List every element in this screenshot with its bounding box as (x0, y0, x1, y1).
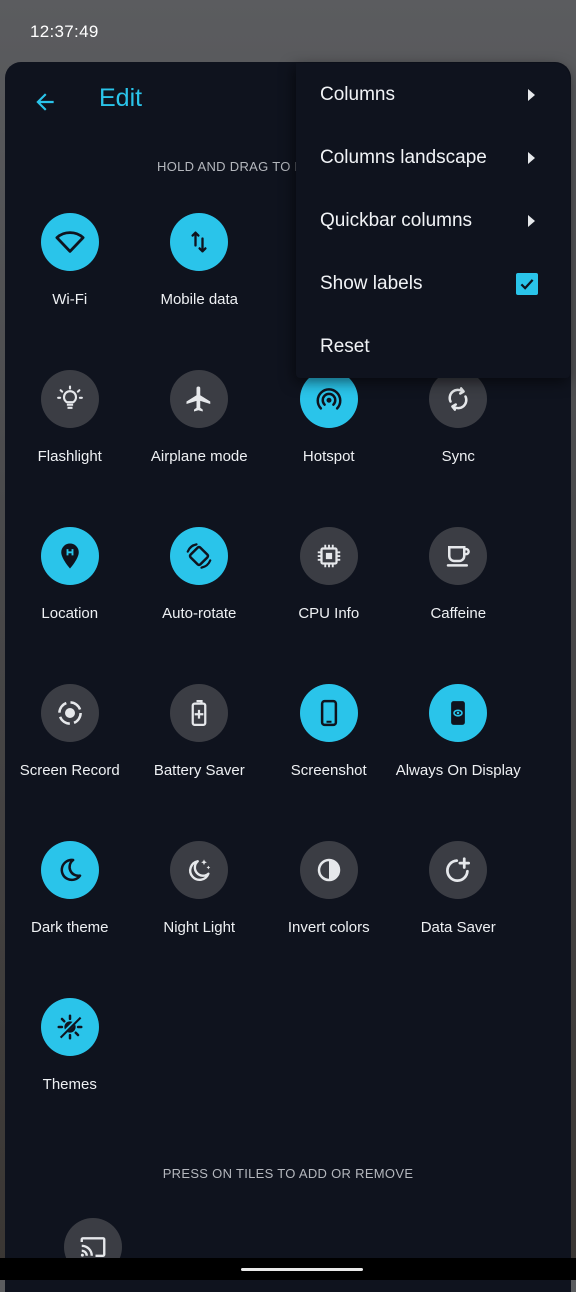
submenu-arrow-icon (528, 88, 535, 101)
tile-label: Dark theme (30, 919, 109, 936)
tile-icon-circle (299, 841, 358, 899)
tile-battery-saver[interactable]: Battery Saver (135, 683, 265, 840)
menu-item-quickbar-columns[interactable]: Quickbar columns (296, 189, 570, 252)
auto-rotate-icon (186, 543, 212, 569)
tile-themes[interactable]: Themes (5, 997, 135, 1154)
arrow-back-icon (36, 93, 54, 111)
tile-screen-record[interactable]: Screen Record (5, 683, 135, 840)
tile-label: Auto-rotate (162, 605, 237, 622)
tile-label: CPU Info (298, 605, 360, 622)
tile-always-on-display[interactable]: Always On Display (394, 683, 524, 840)
data-saver-icon (446, 857, 471, 882)
cpu-icon (317, 544, 340, 568)
tile-label: Hotspot (302, 448, 355, 465)
tile-label: Battery Saver (153, 762, 245, 779)
tile-label: Night Light (163, 919, 236, 936)
tile-label: Mobile data (160, 291, 239, 308)
tile-mobile-data[interactable]: Mobile data (135, 212, 265, 369)
submenu-arrow-icon (528, 214, 535, 227)
menu-item-label: Columns (320, 83, 395, 105)
show-labels-checkbox[interactable] (516, 272, 538, 295)
tile-label: Flashlight (37, 448, 102, 465)
menu-item-label: Show labels (320, 272, 423, 294)
tile-invert-colors[interactable]: Invert colors (264, 840, 394, 997)
tile-icon-circle (40, 370, 99, 428)
home-gesture-handle[interactable] (241, 1268, 363, 1271)
tile-icon-circle (299, 370, 358, 428)
tile-airplane[interactable]: Airplane mode (135, 369, 265, 526)
always-on-display-icon (451, 701, 466, 725)
tile-dark-theme[interactable]: Dark theme (5, 840, 135, 997)
tile-night-light[interactable]: Night Light (135, 840, 265, 997)
overflow-menu: Columns Columns landscape Quickbar colum… (296, 63, 570, 378)
screenshot-icon (320, 699, 337, 727)
tile-label: Location (41, 605, 99, 622)
submenu-arrow-icon (528, 151, 535, 164)
tile-icon-circle (170, 841, 229, 899)
tile-label: Screenshot (290, 762, 367, 779)
dark-theme-icon (60, 858, 81, 882)
page-title: Edit (99, 84, 143, 112)
menu-item-reset[interactable]: Reset (296, 315, 570, 378)
rearrange-hint: HOLD AND DRAG TO REARRANGE TILES (157, 159, 307, 174)
menu-item-label: Quickbar columns (320, 209, 473, 231)
tile-icon-circle (40, 527, 99, 585)
night-light-icon (189, 859, 211, 881)
tile-label: Sync (441, 448, 475, 465)
hotspot-icon (316, 388, 342, 410)
mobile-data-icon (191, 231, 207, 253)
tile-icon-circle (299, 684, 358, 742)
tile-icon-circle (170, 213, 229, 271)
tile-icon-circle (40, 841, 99, 899)
menu-item-show-labels[interactable]: Show labels (296, 252, 570, 315)
tile-icon-circle (170, 684, 229, 742)
coffee-icon (447, 546, 471, 567)
airplane-icon (186, 386, 211, 412)
tile-sync[interactable]: Sync (394, 369, 524, 526)
menu-item-columns-landscape[interactable]: Columns landscape (296, 126, 570, 189)
tile-label: Always On Display (395, 762, 521, 779)
tile-icon-circle (429, 370, 488, 428)
tile-label: Airplane mode (150, 448, 248, 465)
tile-label: Data Saver (420, 919, 496, 936)
menu-item-label: Reset (320, 335, 370, 357)
tile-caffeine[interactable]: Caffeine (394, 526, 524, 683)
tile-label: Wi-Fi (52, 291, 88, 308)
tile-label: Screen Record (19, 762, 120, 779)
tile-location[interactable]: Location (5, 526, 135, 683)
tile-icon-circle (299, 527, 358, 585)
invert-colors-icon (317, 858, 340, 882)
tile-label: Themes (42, 1076, 97, 1093)
tile-flashlight[interactable]: Flashlight (5, 369, 135, 526)
menu-item-label: Columns landscape (320, 146, 487, 168)
tile-screenshot[interactable]: Screenshot (264, 683, 394, 840)
tile-icon-circle (40, 213, 99, 271)
tile-data-saver[interactable]: Data Saver (394, 840, 524, 997)
back-button[interactable] (29, 86, 61, 118)
tile-label: Caffeine (430, 605, 487, 622)
tile-icon-circle (429, 527, 488, 585)
tile-icon-circle (170, 527, 229, 585)
tile-icon-circle (40, 998, 99, 1056)
sync-icon (448, 387, 468, 411)
wifi-icon (55, 231, 85, 253)
tile-icon-circle (40, 684, 99, 742)
tile-label: Invert colors (287, 919, 370, 936)
check-icon (520, 278, 534, 290)
tile-icon-circle (170, 370, 229, 428)
tile-wifi[interactable]: Wi-Fi (5, 212, 135, 369)
tile-auto-rotate[interactable]: Auto-rotate (135, 526, 265, 683)
battery-saver-icon (191, 700, 207, 726)
location-icon (61, 543, 79, 569)
flashlight-icon (56, 385, 83, 409)
status-time: 12:37:49 (30, 22, 99, 41)
tile-hotspot[interactable]: Hotspot (264, 369, 394, 526)
tile-icon-circle (429, 684, 488, 742)
add-remove-hint: PRESS ON TILES TO ADD OR REMOVE (162, 1166, 414, 1181)
menu-item-columns[interactable]: Columns (296, 63, 570, 126)
tile-icon-circle (429, 841, 488, 899)
screen-record-icon (57, 701, 82, 725)
tile-cpu-info[interactable]: CPU Info (264, 526, 394, 683)
themes-icon (57, 1014, 83, 1040)
